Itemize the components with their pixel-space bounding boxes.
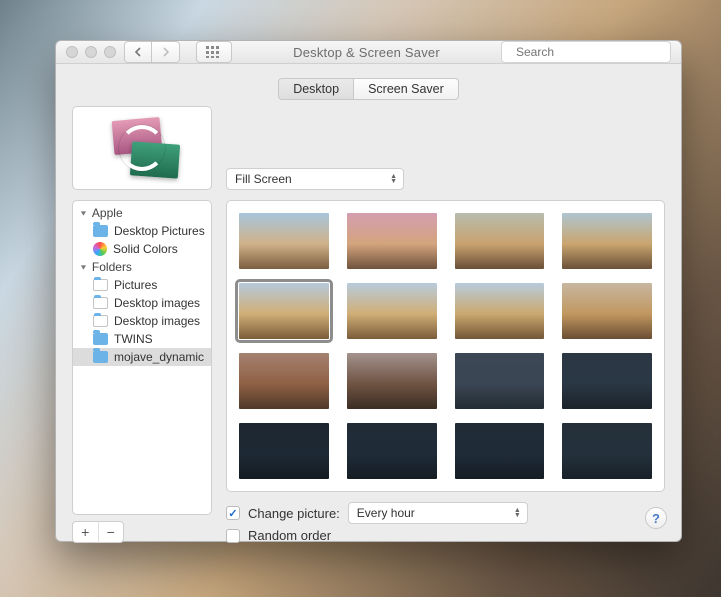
interval-value: Every hour: [357, 506, 415, 520]
wallpaper-thumb[interactable]: [562, 353, 652, 409]
source-label: Desktop images: [114, 296, 200, 310]
folder-icon: [93, 351, 108, 363]
tab-bar: Desktop Screen Saver: [56, 64, 681, 106]
source-label: Pictures: [114, 278, 157, 292]
source-folder-selected[interactable]: mojave_dynamic: [73, 348, 211, 366]
source-folder[interactable]: Desktop images: [73, 312, 211, 330]
wallpaper-thumb[interactable]: [455, 213, 545, 269]
wallpaper-thumb[interactable]: [455, 283, 545, 339]
folder-icon: [93, 225, 108, 237]
content-area: Apple Desktop Pictures Solid Colors Fold…: [56, 106, 681, 551]
wallpaper-thumb[interactable]: [347, 423, 437, 479]
minimize-icon[interactable]: [85, 46, 97, 58]
add-folder-button[interactable]: +: [73, 522, 99, 542]
updown-icon: ▲▼: [390, 174, 397, 184]
folder-icon: [93, 333, 108, 345]
wallpaper-thumb[interactable]: [239, 213, 329, 269]
source-label: Desktop Pictures: [114, 224, 205, 238]
change-picture-row: Change picture: Every hour ▲▼: [226, 502, 665, 524]
source-label: Desktop images: [114, 314, 200, 328]
wallpaper-thumb[interactable]: [347, 353, 437, 409]
random-order-row: Random order: [226, 528, 665, 543]
updown-icon: ▲▼: [514, 508, 521, 518]
source-solid-colors[interactable]: Solid Colors: [73, 240, 211, 258]
folder-icon: [93, 315, 108, 327]
remove-folder-button[interactable]: −: [99, 522, 124, 542]
color-swatch-icon: [93, 242, 107, 256]
source-desktop-pictures[interactable]: Desktop Pictures: [73, 222, 211, 240]
close-icon[interactable]: [66, 46, 78, 58]
source-label: mojave_dynamic: [114, 350, 204, 364]
tab-desktop[interactable]: Desktop: [278, 78, 354, 100]
help-button[interactable]: ?: [645, 507, 667, 529]
fill-mode-dropdown[interactable]: Fill Screen ▲▼: [226, 168, 404, 190]
nav-buttons: [124, 41, 180, 63]
change-picture-checkbox[interactable]: [226, 506, 240, 520]
show-all-button[interactable]: [196, 41, 232, 63]
wallpaper-thumb[interactable]: [239, 353, 329, 409]
source-group-folders[interactable]: Folders: [73, 258, 211, 276]
fill-mode-value: Fill Screen: [235, 172, 292, 186]
wallpaper-grid: [226, 200, 665, 492]
folder-icon: [93, 279, 108, 291]
traffic-lights: [66, 46, 116, 58]
source-list: Apple Desktop Pictures Solid Colors Fold…: [72, 200, 212, 515]
wallpaper-thumb[interactable]: [455, 423, 545, 479]
window-title: Desktop & Screen Saver: [240, 45, 493, 60]
right-column: Fill Screen ▲▼: [226, 106, 665, 543]
wallpaper-thumb[interactable]: [347, 213, 437, 269]
random-order-checkbox[interactable]: [226, 529, 240, 543]
add-remove-control: + −: [72, 521, 124, 543]
source-folder[interactable]: Desktop images: [73, 294, 211, 312]
wallpaper-thumb[interactable]: [562, 213, 652, 269]
titlebar: Desktop & Screen Saver: [56, 41, 681, 64]
preferences-window: Desktop & Screen Saver Desktop Screen Sa…: [55, 40, 682, 542]
source-label: Solid Colors: [113, 242, 178, 256]
source-label: TWINS: [114, 332, 153, 346]
search-field[interactable]: [501, 41, 671, 63]
cycle-icon: [119, 125, 165, 171]
forward-button[interactable]: [152, 41, 180, 63]
thumbnail-grid: [239, 213, 652, 479]
wallpaper-thumb[interactable]: [562, 423, 652, 479]
chevron-right-icon: [162, 47, 170, 57]
tab-screen-saver[interactable]: Screen Saver: [354, 78, 459, 100]
interval-dropdown[interactable]: Every hour ▲▼: [348, 502, 528, 524]
wallpaper-thumb[interactable]: [347, 283, 437, 339]
source-folder[interactable]: TWINS: [73, 330, 211, 348]
chevron-left-icon: [134, 47, 142, 57]
left-column: Apple Desktop Pictures Solid Colors Fold…: [72, 106, 212, 543]
change-picture-label: Change picture:: [248, 506, 340, 521]
wallpaper-thumb[interactable]: [562, 283, 652, 339]
wallpaper-thumb-selected[interactable]: [239, 283, 329, 339]
wallpaper-thumb[interactable]: [239, 423, 329, 479]
folder-icon: [93, 297, 108, 309]
current-wallpaper-preview: [72, 106, 212, 190]
grid-icon: [206, 46, 222, 58]
zoom-icon[interactable]: [104, 46, 116, 58]
search-input[interactable]: [516, 45, 671, 59]
wallpaper-thumb[interactable]: [455, 353, 545, 409]
source-group-apple[interactable]: Apple: [73, 204, 211, 222]
random-order-label: Random order: [248, 528, 331, 543]
back-button[interactable]: [124, 41, 152, 63]
source-folder[interactable]: Pictures: [73, 276, 211, 294]
